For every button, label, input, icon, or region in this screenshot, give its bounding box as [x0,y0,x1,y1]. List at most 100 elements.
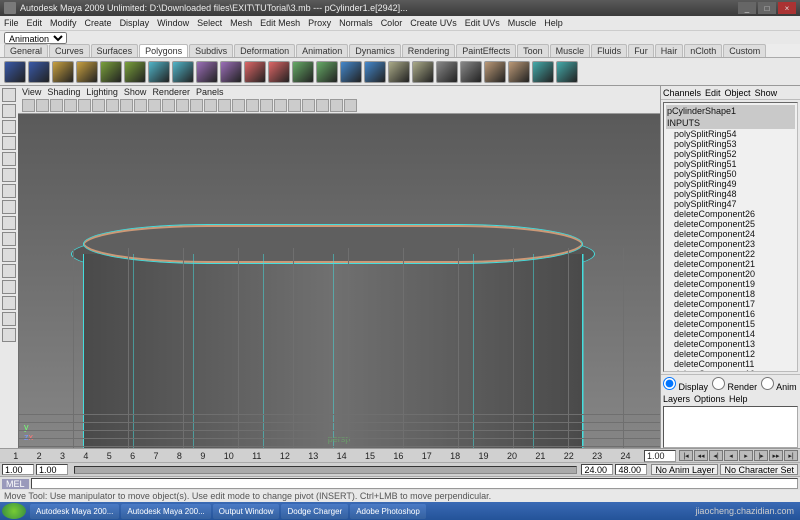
chtab-edit[interactable]: Edit [705,88,721,98]
input-node[interactable]: deleteComponent18 [666,289,795,299]
next-key-button[interactable]: |▸ [754,450,768,461]
goto-start-button[interactable]: |◂ [679,450,693,461]
animlayer-select[interactable]: No Anim Layer [651,464,718,475]
shelf-icon-9[interactable] [220,61,242,83]
shelftab-hair[interactable]: Hair [655,44,684,57]
minimize-button[interactable]: _ [738,2,756,14]
input-node[interactable]: polySplitRing54 [666,129,795,139]
shelf-icon-6[interactable] [148,61,170,83]
menu-muscle[interactable]: Muscle [508,18,537,28]
shelf-icon-22[interactable] [532,61,554,83]
paneltool-10[interactable] [162,99,175,112]
tool-12[interactable] [2,280,16,294]
paneltool-23[interactable] [344,99,357,112]
goto-end-button[interactable]: ▸| [784,450,798,461]
step-back-button[interactable]: ◂◂ [694,450,708,461]
input-node[interactable]: deleteComponent21 [666,259,795,269]
menu-create[interactable]: Create [85,18,112,28]
input-node[interactable]: deleteComponent23 [666,239,795,249]
input-node[interactable]: polySplitRing52 [666,149,795,159]
paneltool-14[interactable] [218,99,231,112]
menu-mesh[interactable]: Mesh [230,18,252,28]
taskbar-item[interactable]: Autodesk Maya 200... [30,504,119,519]
range-out[interactable]: 24.00 [581,464,613,475]
shelftab-general[interactable]: General [4,44,48,57]
paneltool-20[interactable] [302,99,315,112]
range-slider[interactable] [74,466,577,474]
panelmenu-lighting[interactable]: Lighting [86,87,118,97]
paneltool-16[interactable] [246,99,259,112]
input-node[interactable]: polySplitRing53 [666,139,795,149]
paneltool-21[interactable] [316,99,329,112]
paneltool-17[interactable] [260,99,273,112]
viewport[interactable]: yzx persp [18,114,660,448]
shelftab-surfaces[interactable]: Surfaces [91,44,139,57]
input-node[interactable]: deleteComponent15 [666,319,795,329]
chtab-channels[interactable]: Channels [663,88,701,98]
tool-8[interactable] [2,216,16,230]
shelftab-curves[interactable]: Curves [49,44,90,57]
panelmenu-panels[interactable]: Panels [196,87,224,97]
menu-edit-uvs[interactable]: Edit UVs [465,18,500,28]
mode-dropdown[interactable]: Animation [4,32,67,44]
shelf-icon-3[interactable] [76,61,98,83]
input-node[interactable]: deleteComponent19 [666,279,795,289]
close-button[interactable]: × [778,2,796,14]
laytab-help[interactable]: Help [729,394,748,404]
shelftab-dynamics[interactable]: Dynamics [349,44,401,57]
input-node[interactable]: polySplitRing47 [666,199,795,209]
paneltool-13[interactable] [204,99,217,112]
tool-4[interactable] [2,152,16,166]
shelf-icon-14[interactable] [340,61,362,83]
paneltool-12[interactable] [190,99,203,112]
shelf-icon-5[interactable] [124,61,146,83]
paneltool-22[interactable] [330,99,343,112]
menu-proxy[interactable]: Proxy [308,18,331,28]
tool-14[interactable] [2,312,16,326]
shelf-icon-18[interactable] [436,61,458,83]
tool-1[interactable] [2,104,16,118]
shelf-icon-15[interactable] [364,61,386,83]
anim-radio[interactable]: Anim [761,377,797,392]
shelf-icon-11[interactable] [268,61,290,83]
paneltool-7[interactable] [120,99,133,112]
paneltool-0[interactable] [22,99,35,112]
tool-0[interactable] [2,88,16,102]
render-radio[interactable]: Render [712,377,757,392]
paneltool-19[interactable] [288,99,301,112]
step-fwd-button[interactable]: ▸▸ [769,450,783,461]
shelf-icon-8[interactable] [196,61,218,83]
tool-15[interactable] [2,328,16,342]
shelftab-toon[interactable]: Toon [517,44,549,57]
channel-box[interactable]: pCylinderShape1 INPUTS polySplitRing54po… [663,102,798,372]
chtab-object[interactable]: Object [725,88,751,98]
menu-display[interactable]: Display [120,18,150,28]
shelf-icon-12[interactable] [292,61,314,83]
menu-select[interactable]: Select [197,18,222,28]
shelftab-muscle[interactable]: Muscle [550,44,591,57]
shelftab-animation[interactable]: Animation [296,44,348,57]
shelftab-polygons[interactable]: Polygons [139,44,188,57]
paneltool-8[interactable] [134,99,147,112]
paneltool-18[interactable] [274,99,287,112]
cmd-lang-label[interactable]: MEL [2,479,29,489]
command-input[interactable] [31,478,798,489]
shelf-icon-17[interactable] [412,61,434,83]
shelftab-fur[interactable]: Fur [628,44,654,57]
shelf-icon-21[interactable] [508,61,530,83]
range-start[interactable]: 1.00 [2,464,34,475]
shelftab-deformation[interactable]: Deformation [234,44,295,57]
paneltool-6[interactable] [106,99,119,112]
range-in[interactable]: 1.00 [36,464,68,475]
input-node[interactable]: polySplitRing50 [666,169,795,179]
menu-help[interactable]: Help [544,18,563,28]
input-node[interactable]: deleteComponent25 [666,219,795,229]
shelf-icon-4[interactable] [100,61,122,83]
layers-list[interactable] [663,406,798,448]
input-node[interactable]: deleteComponent13 [666,339,795,349]
input-node[interactable]: deleteComponent12 [666,349,795,359]
input-node[interactable]: deleteComponent14 [666,329,795,339]
panelmenu-shading[interactable]: Shading [47,87,80,97]
tool-10[interactable] [2,248,16,262]
tool-7[interactable] [2,200,16,214]
